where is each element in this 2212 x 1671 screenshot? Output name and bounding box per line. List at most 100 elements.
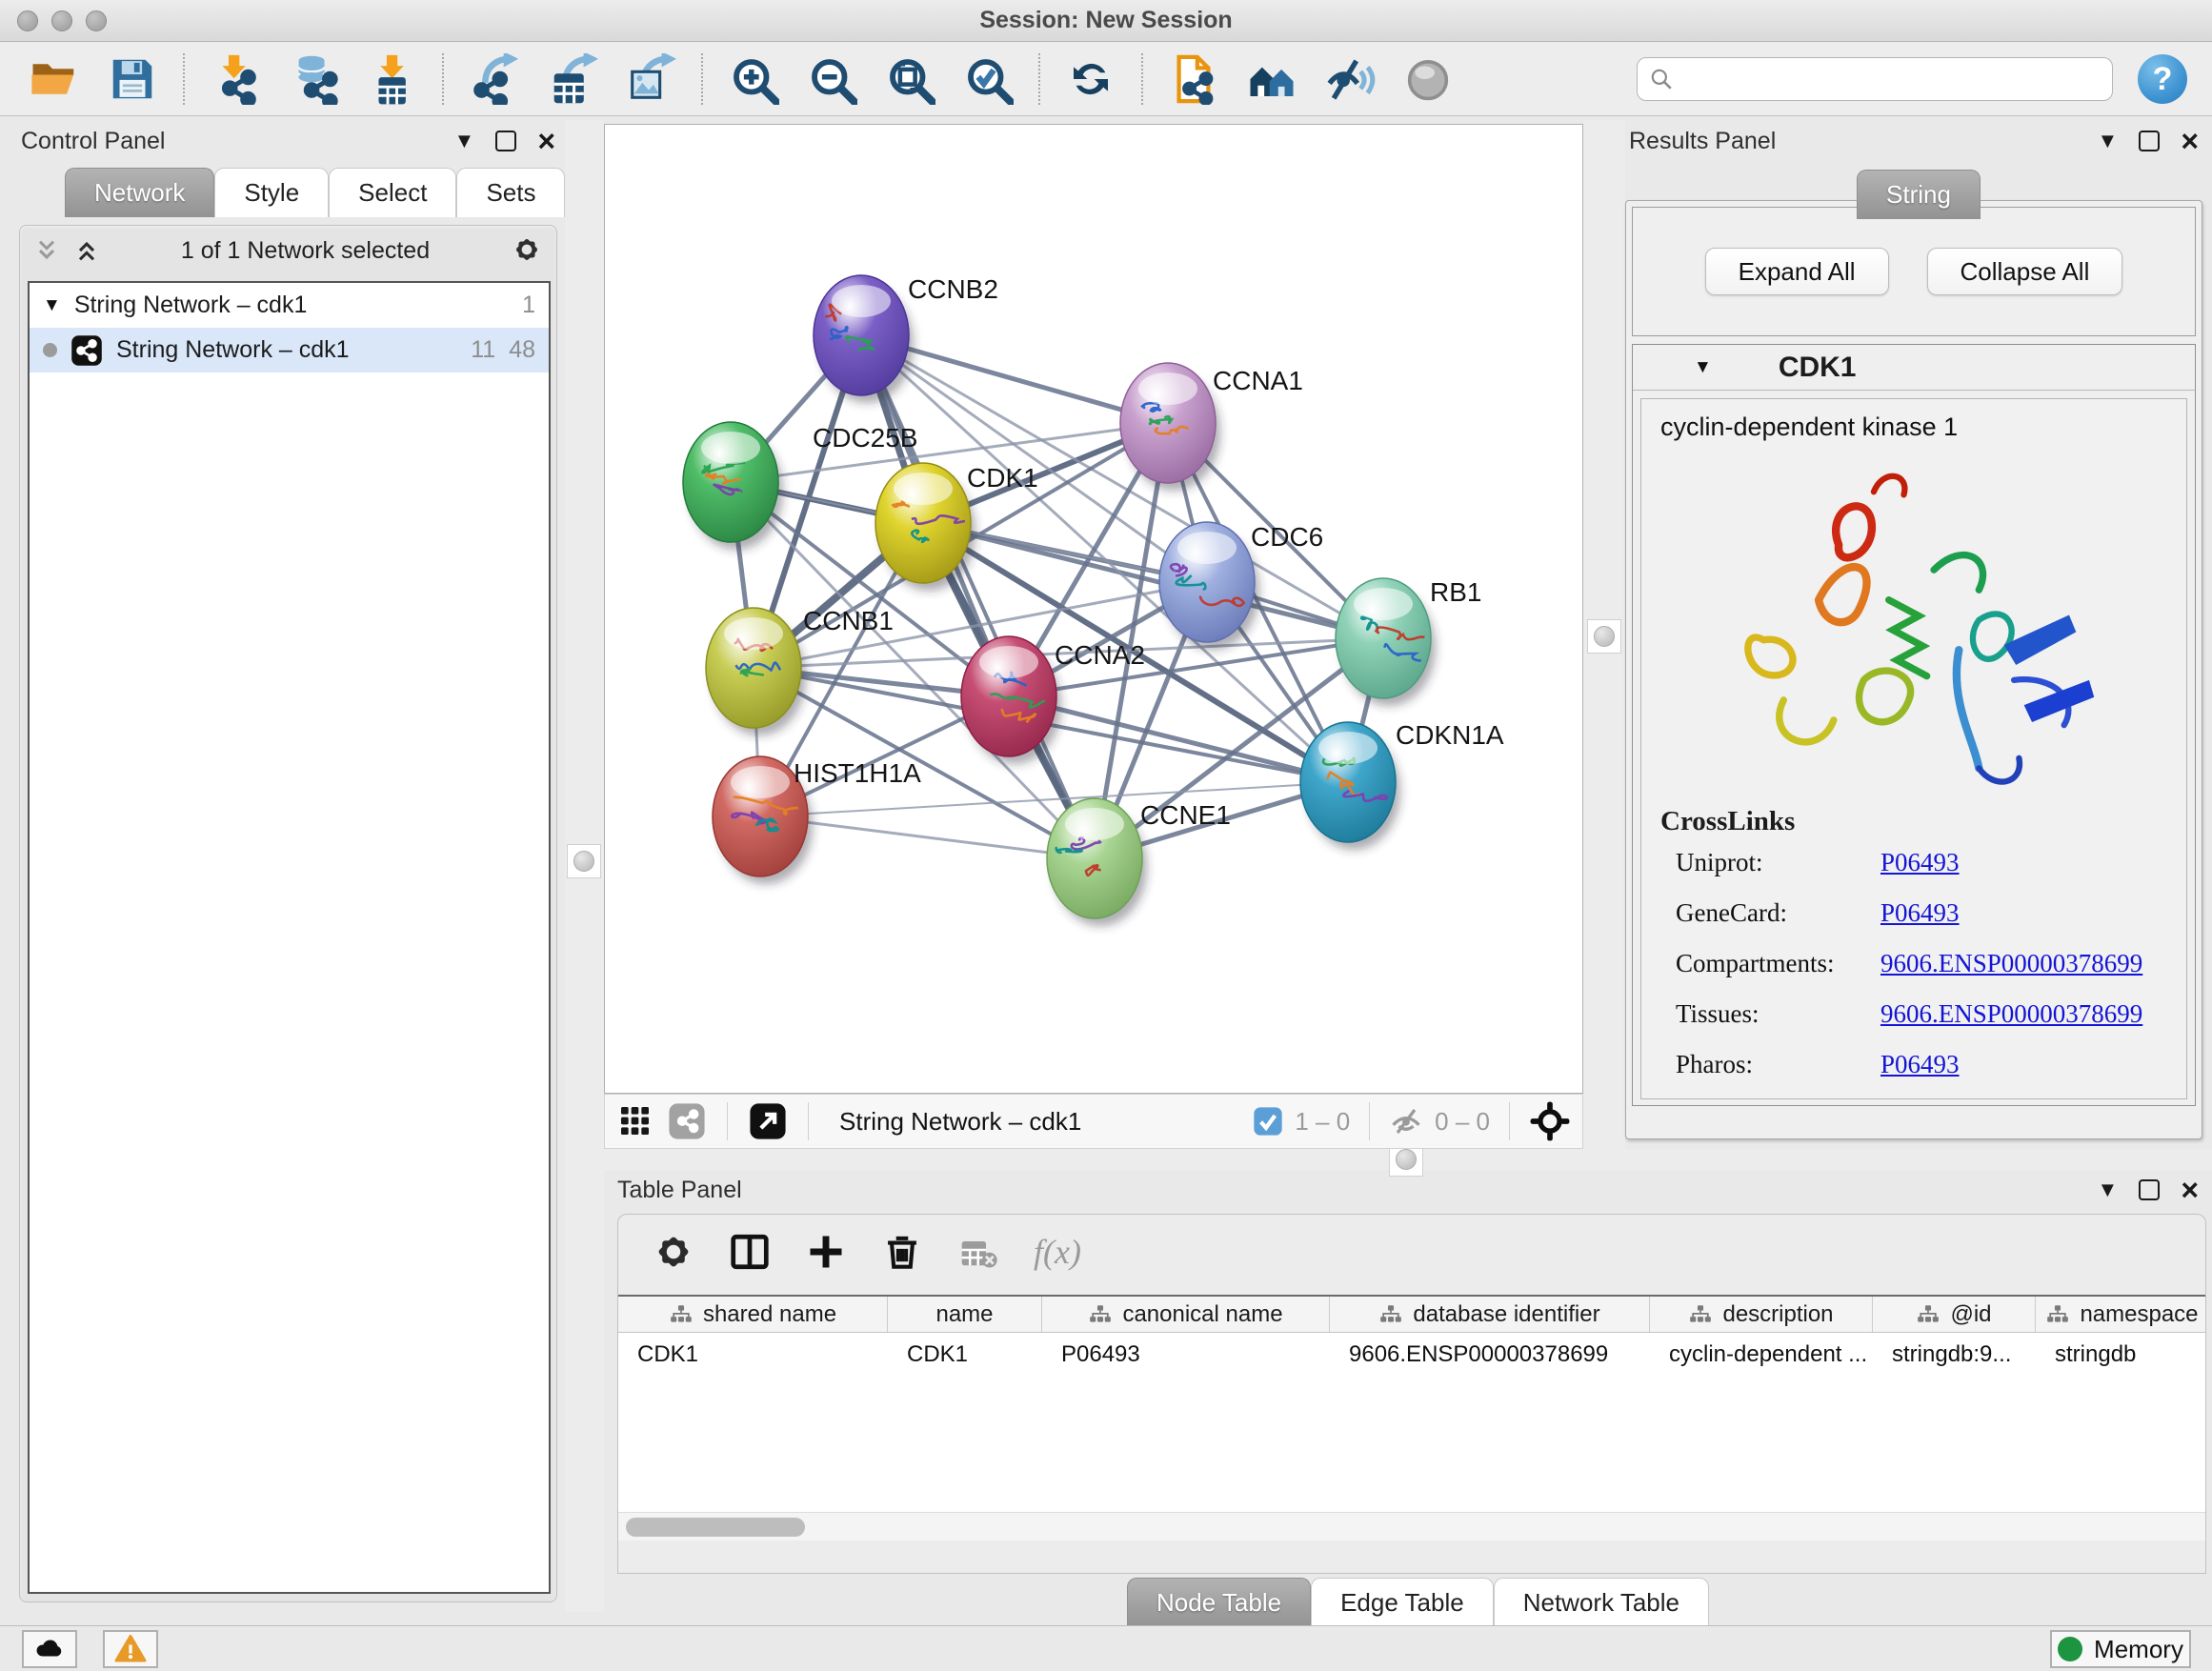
gray-orb-button[interactable]: [1389, 49, 1467, 110]
function-builder-icon[interactable]: f(x): [1034, 1232, 1081, 1272]
cell-description[interactable]: cyclin-dependent ...: [1650, 1333, 1873, 1377]
scrollbar-thumb[interactable]: [626, 1518, 805, 1537]
column-header-name[interactable]: name: [888, 1297, 1042, 1332]
network-canvas[interactable]: CCNB2CCNA1CDC25BCDK1CDC6RB1CCNB1CCNA2CDK…: [604, 124, 1583, 1094]
import-network-button[interactable]: [196, 49, 274, 110]
zoom-out-button[interactable]: [793, 49, 871, 110]
left-splitter[interactable]: [565, 120, 604, 1612]
column-header-canonical-name[interactable]: canonical name: [1042, 1297, 1330, 1332]
column-header-database-identifier[interactable]: database identifier: [1330, 1297, 1650, 1332]
import-table-button[interactable]: [352, 49, 431, 110]
collection-expand-icon[interactable]: ▼: [43, 295, 61, 316]
column-header-description[interactable]: description: [1650, 1297, 1873, 1332]
node-CDC6[interactable]: [1159, 522, 1259, 650]
selected-checkbox-icon[interactable]: [1253, 1106, 1283, 1137]
expand-all-button[interactable]: Expand All: [1705, 248, 1889, 295]
table-panel-menu-icon[interactable]: ▼: [2098, 1179, 2119, 1200]
tab-node-table[interactable]: Node Table: [1127, 1578, 1311, 1627]
warnings-button[interactable]: [103, 1630, 158, 1668]
table-panel-float-icon[interactable]: [2139, 1179, 2160, 1200]
network-collection-row[interactable]: ▼ String Network – cdk1 1: [30, 283, 549, 328]
show-columns-icon[interactable]: [729, 1231, 771, 1273]
gene-expand-icon[interactable]: ▼: [1694, 357, 1712, 378]
network-row[interactable]: String Network – cdk1 11 48: [30, 328, 549, 372]
right-splitter-handle[interactable]: [1587, 619, 1621, 654]
tab-edge-table[interactable]: Edge Table: [1311, 1578, 1494, 1627]
export-network-button[interactable]: [455, 49, 533, 110]
import-network-from-database-button[interactable]: [274, 49, 352, 110]
table-horizontal-scrollbar[interactable]: [618, 1512, 2205, 1540]
cell--id[interactable]: stringdb:9...: [1873, 1333, 2036, 1377]
cell-namespace[interactable]: stringdb: [2036, 1333, 2205, 1377]
crosslink-link[interactable]: 9606.ENSP00000378699: [1880, 999, 2142, 1029]
help-button[interactable]: ?: [2138, 54, 2187, 104]
zoom-selected-button[interactable]: [949, 49, 1027, 110]
right-splitter[interactable]: [1583, 120, 1625, 1149]
close-window-icon[interactable]: [17, 10, 38, 31]
results-panel-close-icon[interactable]: ×: [2181, 126, 2199, 156]
node-CCNB2[interactable]: [814, 275, 914, 403]
node-CCNA1[interactable]: [1120, 363, 1220, 491]
tab-network-table[interactable]: Network Table: [1494, 1578, 1709, 1627]
toolbar-search[interactable]: [1637, 57, 2113, 101]
cell-shared-name[interactable]: CDK1: [618, 1333, 888, 1377]
node-CDK1[interactable]: [875, 463, 975, 591]
tab-select[interactable]: Select: [329, 168, 456, 217]
minimize-window-icon[interactable]: [51, 10, 72, 31]
apply-layout-button[interactable]: [1052, 49, 1130, 110]
zoom-fit-button[interactable]: [871, 49, 949, 110]
expand-tree-icon[interactable]: [33, 237, 60, 264]
zoom-in-button[interactable]: [714, 49, 793, 110]
detach-view-icon[interactable]: [749, 1102, 787, 1140]
cloud-status-button[interactable]: [22, 1630, 77, 1668]
string-home-button[interactable]: [1233, 49, 1311, 110]
horizontal-splitter[interactable]: [604, 1149, 2212, 1170]
control-panel-float-icon[interactable]: [495, 131, 516, 151]
cell-canonical-name[interactable]: P06493: [1042, 1333, 1330, 1377]
export-image-button[interactable]: [612, 49, 690, 110]
crosslink-link[interactable]: 9606.ENSP00000378699: [1880, 949, 2142, 978]
node-CCNA2[interactable]: [961, 636, 1061, 764]
column-header-namespace[interactable]: namespace: [2036, 1297, 2205, 1332]
share-view-icon[interactable]: [668, 1102, 706, 1140]
collapse-tree-icon[interactable]: [73, 237, 100, 264]
tab-string[interactable]: String: [1857, 170, 1981, 219]
control-panel-close-icon[interactable]: ×: [537, 126, 555, 156]
tab-sets[interactable]: Sets: [456, 168, 565, 217]
open-network-file-button[interactable]: [1155, 49, 1233, 110]
delete-table-icon[interactable]: [957, 1231, 999, 1273]
memory-button[interactable]: Memory: [2050, 1630, 2191, 1668]
open-session-button[interactable]: [15, 49, 93, 110]
birdseye-crosshair-icon[interactable]: [1529, 1100, 1571, 1142]
crosslink-link[interactable]: P06493: [1880, 898, 1960, 928]
tab-network[interactable]: Network: [65, 168, 214, 217]
delete-column-icon[interactable]: [881, 1231, 923, 1273]
export-table-button[interactable]: [533, 49, 612, 110]
maximize-window-icon[interactable]: [86, 10, 107, 31]
node-CDKN1A[interactable]: [1300, 722, 1400, 850]
table-panel-close-icon[interactable]: ×: [2181, 1175, 2199, 1205]
results-panel-menu-icon[interactable]: ▼: [2098, 131, 2119, 151]
tab-style[interactable]: Style: [214, 168, 329, 217]
left-splitter-handle[interactable]: [567, 844, 601, 878]
window-controls[interactable]: [17, 0, 107, 42]
hidden-eye-slash-icon[interactable]: [1389, 1104, 1423, 1138]
network-options-gear-icon[interactable]: [511, 233, 543, 269]
node-RB1[interactable]: [1336, 578, 1436, 706]
crosslink-link[interactable]: P06493: [1880, 1050, 1960, 1079]
collapse-all-button[interactable]: Collapse All: [1927, 248, 2123, 295]
table-options-gear-icon[interactable]: [653, 1231, 694, 1273]
column-header--id[interactable]: @id: [1873, 1297, 2036, 1332]
crosslink-link[interactable]: P06493: [1880, 848, 1960, 877]
add-column-icon[interactable]: [805, 1231, 847, 1273]
cell-database-identifier[interactable]: 9606.ENSP00000378699: [1330, 1333, 1650, 1377]
table-row[interactable]: CDK1CDK1P064939606.ENSP00000378699cyclin…: [618, 1333, 2205, 1377]
search-input[interactable]: [1681, 66, 2101, 92]
save-session-button[interactable]: [93, 49, 171, 110]
node-CCNE1[interactable]: [1047, 798, 1147, 926]
node-CCNB1[interactable]: [706, 608, 806, 735]
cell-name[interactable]: CDK1: [888, 1333, 1042, 1377]
control-panel-menu-icon[interactable]: ▼: [454, 131, 475, 151]
hide-unhide-button[interactable]: [1311, 49, 1389, 110]
grid-view-icon[interactable]: [616, 1102, 654, 1140]
